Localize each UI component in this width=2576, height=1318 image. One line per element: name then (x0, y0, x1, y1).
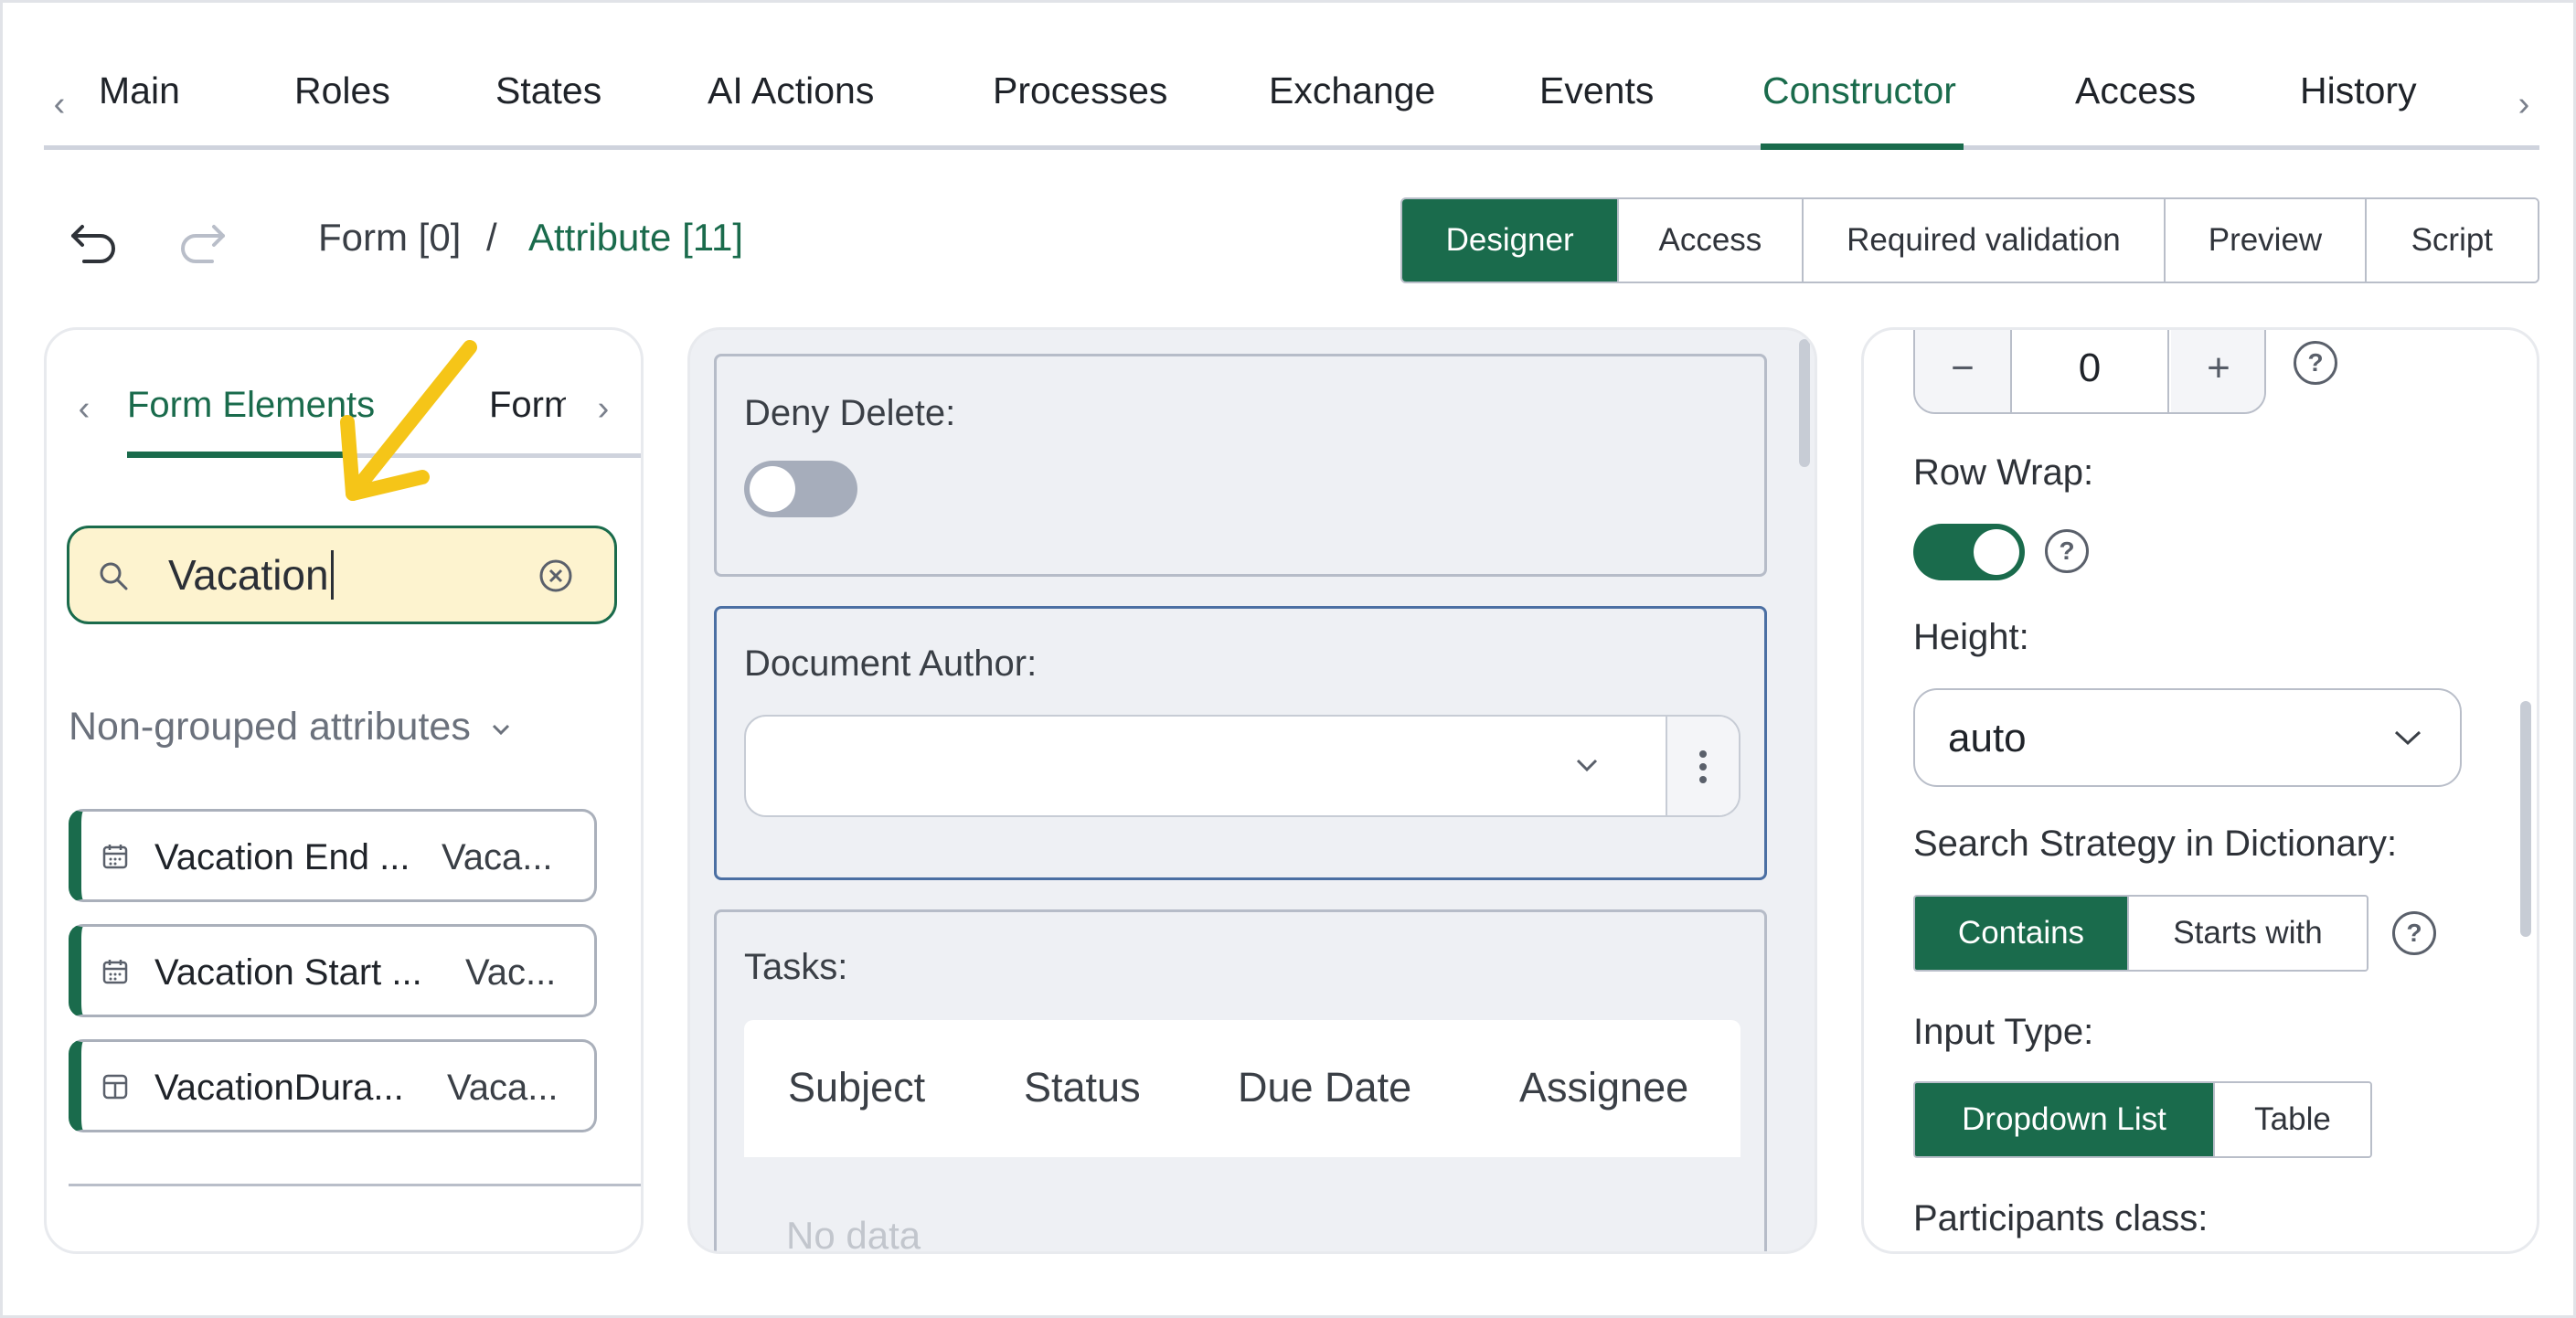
chevron-down-icon (1576, 759, 1598, 772)
non-grouped-attributes-header[interactable]: Non-grouped attributes (69, 705, 511, 749)
participants-class-label: Participants class: (1913, 1198, 2209, 1238)
increment-button[interactable]: + (2171, 330, 2264, 412)
tab-states[interactable]: States (495, 69, 601, 112)
attribute-name: VacationDura... (154, 1068, 404, 1108)
top-tab-bar: ‹ Main Roles States AI Actions Processes… (44, 53, 2539, 150)
column-assignee[interactable]: Assignee (1519, 1064, 1688, 1111)
tab-history[interactable]: History (2300, 69, 2417, 112)
chevron-down-icon (2394, 730, 2422, 746)
stepper-help-icon[interactable]: ? (2294, 341, 2337, 385)
height-select[interactable]: auto (1913, 688, 2462, 787)
tab-ai-actions[interactable]: AI Actions (708, 69, 874, 112)
tab-exchange[interactable]: Exchange (1269, 69, 1435, 112)
attribute-item-vacation-end[interactable]: Vacation End ... Vaca... (69, 809, 597, 902)
breadcrumb-attribute: Attribute [11] (528, 216, 744, 259)
access-view-tab[interactable]: Access (1619, 199, 1804, 282)
document-author-field-card[interactable]: Document Author: (714, 606, 1767, 880)
chevron-down-icon (492, 724, 509, 735)
deny-delete-label: Deny Delete: (744, 393, 956, 433)
deny-delete-toggle[interactable] (744, 461, 857, 517)
tab-bar-divider (44, 145, 2539, 150)
view-mode-tabs: Designer Access Required validation Prev… (1400, 197, 2539, 283)
preview-tab[interactable]: Preview (2166, 199, 2367, 282)
breadcrumb-separator: / (486, 216, 497, 259)
panel-divider (69, 1184, 641, 1186)
table-option[interactable]: Table (2215, 1083, 2370, 1156)
layout-icon (102, 1074, 128, 1100)
attribute-item-vacation-start[interactable]: Vacation Start ... Vac... (69, 924, 597, 1017)
dropdown-list-option[interactable]: Dropdown List (1915, 1083, 2215, 1156)
attribute-code: Vaca... (447, 1068, 559, 1108)
input-type-label: Input Type: (1913, 1012, 2094, 1052)
tasks-label: Tasks: (744, 947, 848, 987)
search-input[interactable]: Vacation (168, 550, 334, 600)
tab-constructor[interactable]: Constructor (1762, 69, 1956, 112)
height-label: Height: (1913, 617, 2029, 657)
column-span-stepper[interactable]: − 0 + (1913, 330, 2266, 414)
properties-panel: − 0 + ? Row Wrap: ? Height: auto Search … (1861, 327, 2539, 1254)
tabs-scroll-left-icon[interactable]: ‹ (46, 85, 73, 123)
search-strategy-label: Search Strategy in Dictionary: (1913, 824, 2398, 864)
calendar-icon (102, 960, 128, 984)
column-status[interactable]: Status (1024, 1064, 1141, 1111)
tasks-field-card[interactable]: Tasks: Subject Status Due Date Assignee … (714, 909, 1767, 1254)
more-options-icon[interactable] (1666, 717, 1739, 815)
column-due-date[interactable]: Due Date (1238, 1064, 1411, 1111)
tab-form-partial[interactable]: Form (489, 385, 566, 426)
search-strategy-toggle: Contains Starts with (1913, 895, 2368, 972)
script-tab[interactable]: Script (2366, 199, 2538, 282)
row-wrap-label: Row Wrap: (1913, 452, 2094, 493)
properties-scrollbar[interactable] (2520, 701, 2531, 937)
tasks-empty-text: No data (786, 1214, 921, 1254)
starts-with-option[interactable]: Starts with (2129, 897, 2367, 970)
document-author-label: Document Author: (744, 643, 1038, 684)
tab-access[interactable]: Access (2075, 69, 2196, 112)
attribute-code: Vac... (465, 952, 557, 993)
panel-active-tab-indicator (127, 452, 354, 458)
attribute-name: Vacation End ... (154, 837, 410, 877)
attribute-item-vacation-duration[interactable]: VacationDura... Vaca... (69, 1039, 597, 1132)
column-subject[interactable]: Subject (788, 1064, 925, 1111)
clear-search-icon[interactable] (538, 558, 574, 594)
group-label: Non-grouped attributes (69, 705, 471, 749)
height-value: auto (1948, 716, 2027, 760)
active-tab-indicator (1761, 143, 1964, 150)
attribute-search-field[interactable]: Vacation (67, 526, 617, 624)
panel-tabs-right-icon[interactable]: › (590, 389, 617, 428)
tab-processes[interactable]: Processes (993, 69, 1167, 112)
decrement-button[interactable]: − (1915, 330, 2010, 412)
canvas-scrollbar[interactable] (1799, 339, 1810, 467)
tab-roles[interactable]: Roles (294, 69, 390, 112)
attribute-name: Vacation Start ... (154, 952, 422, 993)
input-type-toggle: Dropdown List Table (1913, 1081, 2372, 1158)
row-wrap-help-icon[interactable]: ? (2045, 529, 2089, 573)
designer-tab[interactable]: Designer (1402, 199, 1620, 282)
toggle-knob (750, 466, 795, 512)
row-wrap-toggle[interactable] (1913, 524, 2025, 580)
tasks-table-header: Subject Status Due Date Assignee (744, 1020, 1740, 1157)
required-validation-tab[interactable]: Required validation (1803, 199, 2166, 282)
search-icon (100, 562, 128, 590)
form-canvas-panel: Deny Delete: Document Author: Tasks: Sub… (687, 327, 1817, 1254)
tab-main[interactable]: Main (99, 69, 180, 112)
contains-option[interactable]: Contains (1915, 897, 2129, 970)
document-author-select[interactable] (744, 715, 1740, 817)
breadcrumb-form[interactable]: Form [0] (318, 216, 461, 260)
calendar-icon (102, 845, 128, 869)
annotation-arrow-icon (340, 340, 477, 501)
undo-icon[interactable] (69, 218, 121, 265)
deny-delete-field-card[interactable]: Deny Delete: (714, 354, 1767, 577)
search-strategy-help-icon[interactable]: ? (2392, 911, 2436, 955)
attribute-code: Vaca... (442, 837, 553, 877)
tab-events[interactable]: Events (1539, 69, 1654, 112)
redo-icon[interactable] (176, 218, 227, 265)
stepper-value[interactable]: 0 (2010, 330, 2169, 412)
panel-tabs-left-icon[interactable]: ‹ (70, 389, 98, 428)
toggle-knob (1974, 529, 2019, 575)
tabs-scroll-right-icon[interactable]: › (2510, 85, 2538, 123)
